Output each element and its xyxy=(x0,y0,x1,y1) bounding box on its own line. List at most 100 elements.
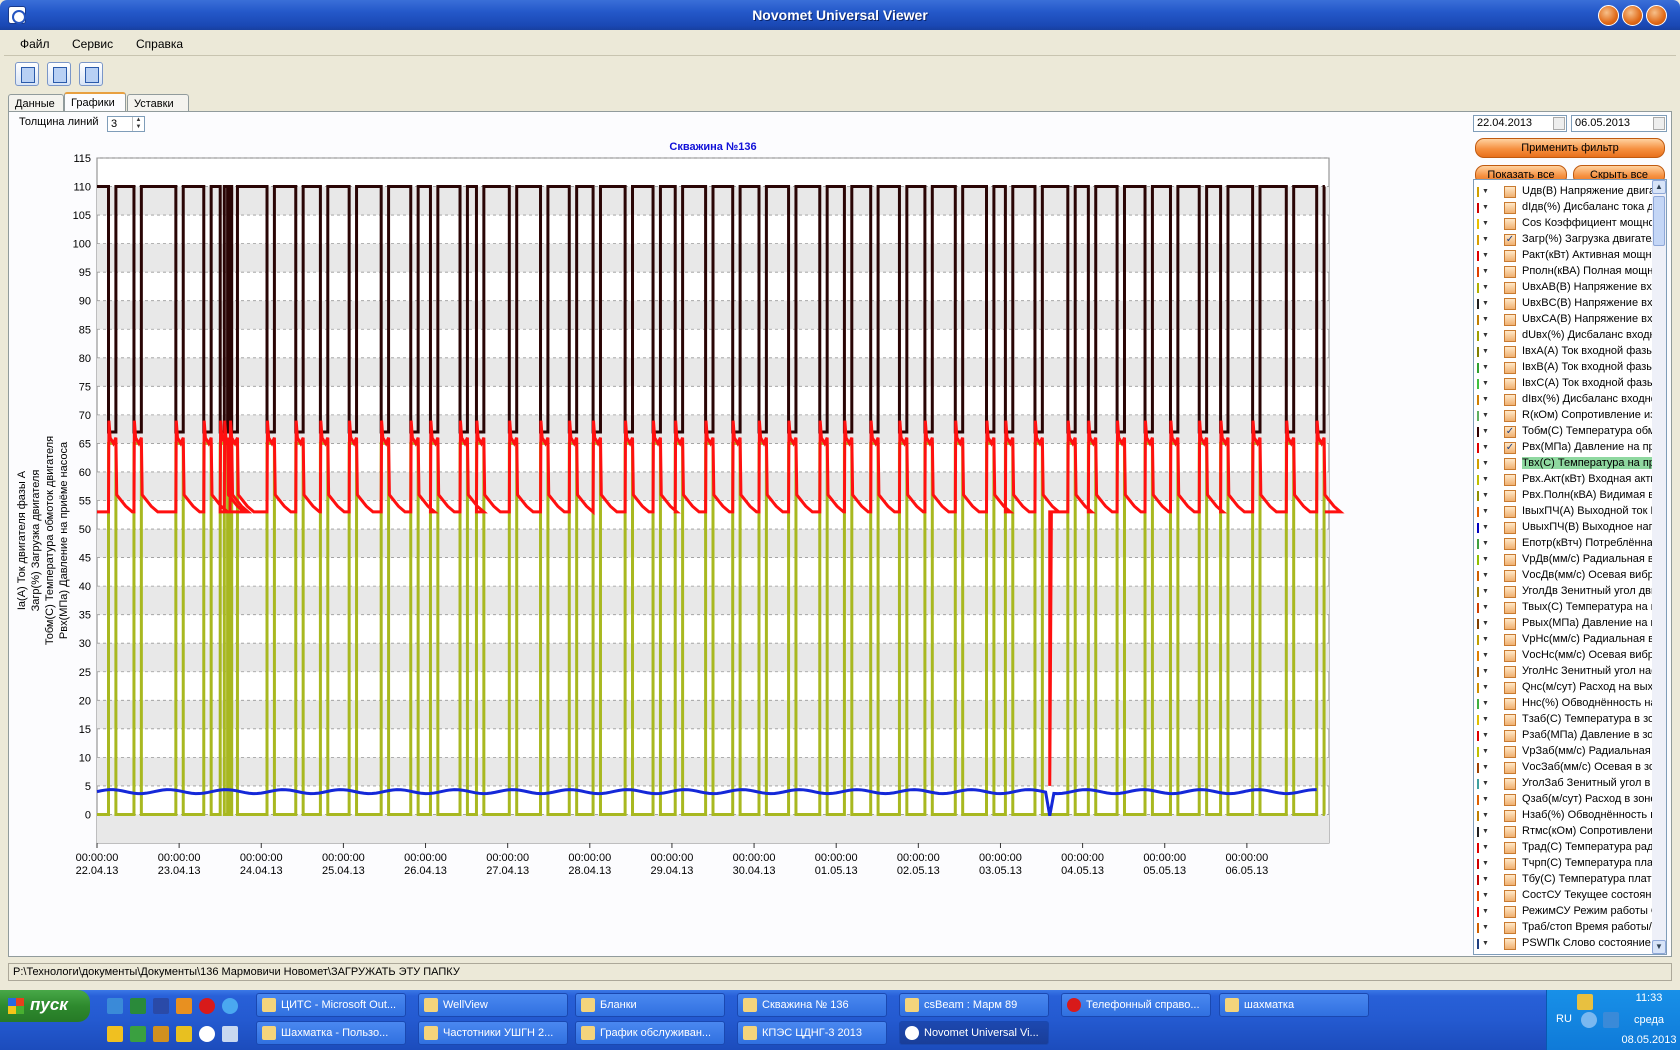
parameter-row[interactable]: ▼ dIдв(%) Дисбаланс тока двигателя xyxy=(1474,200,1652,216)
parameter-row[interactable]: ▼ PSWПк Слово состояние ПК xyxy=(1474,936,1652,952)
series-checkbox[interactable] xyxy=(1504,906,1516,918)
parameter-row[interactable]: ▼ UвхCA(В) Напряжение входное xyxy=(1474,312,1652,328)
series-checkbox[interactable]: ✓ xyxy=(1504,442,1516,454)
chevron-down-icon[interactable]: ▼ xyxy=(1482,730,1492,742)
parameter-row[interactable]: ▼ Uдв(В) Напряжение двигателя xyxy=(1474,184,1652,200)
tray-arrow-icon[interactable] xyxy=(1581,1012,1597,1028)
task-chess-excel[interactable]: Шахматка - Пользо... xyxy=(256,1021,406,1045)
outlook-icon[interactable] xyxy=(176,998,192,1014)
series-checkbox[interactable] xyxy=(1504,554,1516,566)
maximize-button[interactable] xyxy=(1622,5,1643,26)
chevron-down-icon[interactable]: ▼ xyxy=(1482,842,1492,854)
parameter-row[interactable]: ▼ Qзаб(м/сут) Расход в зоне xyxy=(1474,792,1652,808)
chevron-down-icon[interactable]: ▼ xyxy=(1482,586,1492,598)
start-button[interactable]: пуск xyxy=(0,990,90,1022)
quicklaunch-icon[interactable] xyxy=(107,1026,123,1042)
parameter-row[interactable]: ▼ Рвх.Акт(кВт) Входная активная xyxy=(1474,472,1652,488)
chevron-down-icon[interactable]: ▼ xyxy=(1482,394,1492,406)
parameter-row[interactable]: ▼ Ракт(кВт) Активная мощность xyxy=(1474,248,1652,264)
chevron-down-icon[interactable]: ▼ xyxy=(1482,282,1492,294)
parameter-row[interactable]: ▼ Твх(С) Температура на приеме xyxy=(1474,456,1652,472)
scroll-up-icon[interactable]: ▲ xyxy=(1652,180,1666,194)
parameter-row[interactable]: ▼ РежимСУ Режим работы СУ xyxy=(1474,904,1652,920)
series-checkbox[interactable] xyxy=(1504,506,1516,518)
parameter-row[interactable]: ▼ UвхAB(В) Напряжение входное xyxy=(1474,280,1652,296)
parameter-row[interactable]: ▼ Тбу(С) Температура платы БУ xyxy=(1474,872,1652,888)
chevron-down-icon[interactable]: ▼ xyxy=(1482,202,1492,214)
chevron-down-icon[interactable]: ▼ xyxy=(1482,778,1492,790)
series-checkbox[interactable] xyxy=(1504,762,1516,774)
series-checkbox[interactable] xyxy=(1504,794,1516,806)
chevron-down-icon[interactable]: ▼ xyxy=(1482,714,1492,726)
series-checkbox[interactable] xyxy=(1504,250,1516,262)
calendar-dropdown-icon[interactable] xyxy=(1653,117,1665,130)
series-checkbox[interactable] xyxy=(1504,330,1516,342)
chevron-down-icon[interactable]: ▼ xyxy=(1482,570,1492,582)
chevron-down-icon[interactable]: ▼ xyxy=(1482,330,1492,342)
chevron-down-icon[interactable]: ▼ xyxy=(1482,218,1492,230)
parameter-row[interactable]: ▼ Траб/стоп Время работы/стоп xyxy=(1474,920,1652,936)
series-checkbox[interactable] xyxy=(1504,586,1516,598)
parameter-list-scrollbar[interactable]: ▲ ▼ xyxy=(1652,180,1666,954)
quicklaunch-icon[interactable] xyxy=(199,1026,215,1042)
thickness-spinner[interactable]: 3 ▲ ▼ xyxy=(107,116,145,132)
series-checkbox[interactable] xyxy=(1504,858,1516,870)
desktop-icon[interactable] xyxy=(107,998,123,1014)
series-checkbox[interactable] xyxy=(1504,618,1516,630)
date-from-field[interactable]: 22.04.2013 xyxy=(1473,115,1567,132)
chevron-down-icon[interactable]: ▼ xyxy=(1482,762,1492,774)
series-checkbox[interactable] xyxy=(1504,666,1516,678)
chevron-down-icon[interactable]: ▼ xyxy=(1482,618,1492,630)
series-checkbox[interactable] xyxy=(1504,810,1516,822)
series-checkbox[interactable] xyxy=(1504,186,1516,198)
series-checkbox[interactable] xyxy=(1504,474,1516,486)
series-checkbox[interactable] xyxy=(1504,410,1516,422)
chevron-down-icon[interactable]: ▼ xyxy=(1482,826,1492,838)
menu-help[interactable]: Справка xyxy=(136,37,183,51)
series-checkbox[interactable] xyxy=(1504,362,1516,374)
chevron-down-icon[interactable]: ▼ xyxy=(1482,554,1492,566)
chevron-down-icon[interactable]: ▼ xyxy=(1482,378,1492,390)
series-checkbox[interactable] xyxy=(1504,746,1516,758)
open-icon[interactable] xyxy=(15,62,39,86)
parameter-row[interactable]: ▼ VрДв(мм/с) Радиальная вибрация xyxy=(1474,552,1652,568)
parameter-row[interactable]: ▼ UвхBC(В) Напряжение входное xyxy=(1474,296,1652,312)
parameter-row[interactable]: ▼ IвхB(А) Ток входной фазы B xyxy=(1474,360,1652,376)
chevron-down-icon[interactable]: ▼ xyxy=(1482,458,1492,470)
excel-icon[interactable] xyxy=(130,998,146,1014)
series-checkbox[interactable] xyxy=(1504,490,1516,502)
series-checkbox[interactable] xyxy=(1504,538,1516,550)
series-checkbox[interactable] xyxy=(1504,778,1516,790)
spinner-arrows-icon[interactable]: ▲ ▼ xyxy=(132,117,144,131)
parameter-row[interactable]: ▼ Тчрп(С) Температура платы xyxy=(1474,856,1652,872)
parameter-row[interactable]: ▼ Рполн(кВА) Полная мощность xyxy=(1474,264,1652,280)
chevron-down-icon[interactable]: ▼ xyxy=(1482,506,1492,518)
series-checkbox[interactable] xyxy=(1504,714,1516,726)
chevron-down-icon[interactable]: ▼ xyxy=(1482,362,1492,374)
ie-icon[interactable] xyxy=(222,998,238,1014)
parameter-row[interactable]: ▼ УголЗаб Зенитный угол в зоне xyxy=(1474,776,1652,792)
chevron-down-icon[interactable]: ▼ xyxy=(1482,634,1492,646)
parameter-row[interactable]: ▼ Рвх.Полн(кВА) Видимая входная xyxy=(1474,488,1652,504)
chevron-down-icon[interactable]: ▼ xyxy=(1482,698,1492,710)
chevron-down-icon[interactable]: ▼ xyxy=(1482,810,1492,822)
quicklaunch-icon[interactable] xyxy=(130,1026,146,1042)
parameter-row[interactable]: ▼ ✓ Загр(%) Загрузка двигателя xyxy=(1474,232,1652,248)
chevron-down-icon[interactable]: ▼ xyxy=(1482,250,1492,262)
parameter-row[interactable]: ▼ IвхC(А) Ток входной фазы C xyxy=(1474,376,1652,392)
series-checkbox[interactable] xyxy=(1504,394,1516,406)
task-phonebook[interactable]: Телефонный справо... xyxy=(1061,993,1211,1017)
parameter-row[interactable]: ▼ УголНс Зенитный угол насоса xyxy=(1474,664,1652,680)
task-novomet[interactable]: Novomet Universal Vi... xyxy=(899,1021,1049,1045)
parameter-row[interactable]: ▼ dUвх(%) Дисбаланс входного xyxy=(1474,328,1652,344)
parameter-row[interactable]: ▼ Rтмс(кОм) Сопротивление ТМС xyxy=(1474,824,1652,840)
series-checkbox[interactable] xyxy=(1504,682,1516,694)
language-indicator[interactable]: RU xyxy=(1549,1013,1579,1025)
series-checkbox[interactable] xyxy=(1504,346,1516,358)
parameter-row[interactable]: ▼ Cos Коэффициент мощности xyxy=(1474,216,1652,232)
chevron-down-icon[interactable]: ▼ xyxy=(1482,522,1492,534)
chevron-down-icon[interactable]: ▼ xyxy=(1482,906,1492,918)
parameter-row[interactable]: ▼ Ннс(%) Обводнённость на выходе xyxy=(1474,696,1652,712)
tab-charts[interactable]: Графики xyxy=(64,92,126,112)
tab-data[interactable]: Данные xyxy=(8,94,64,112)
